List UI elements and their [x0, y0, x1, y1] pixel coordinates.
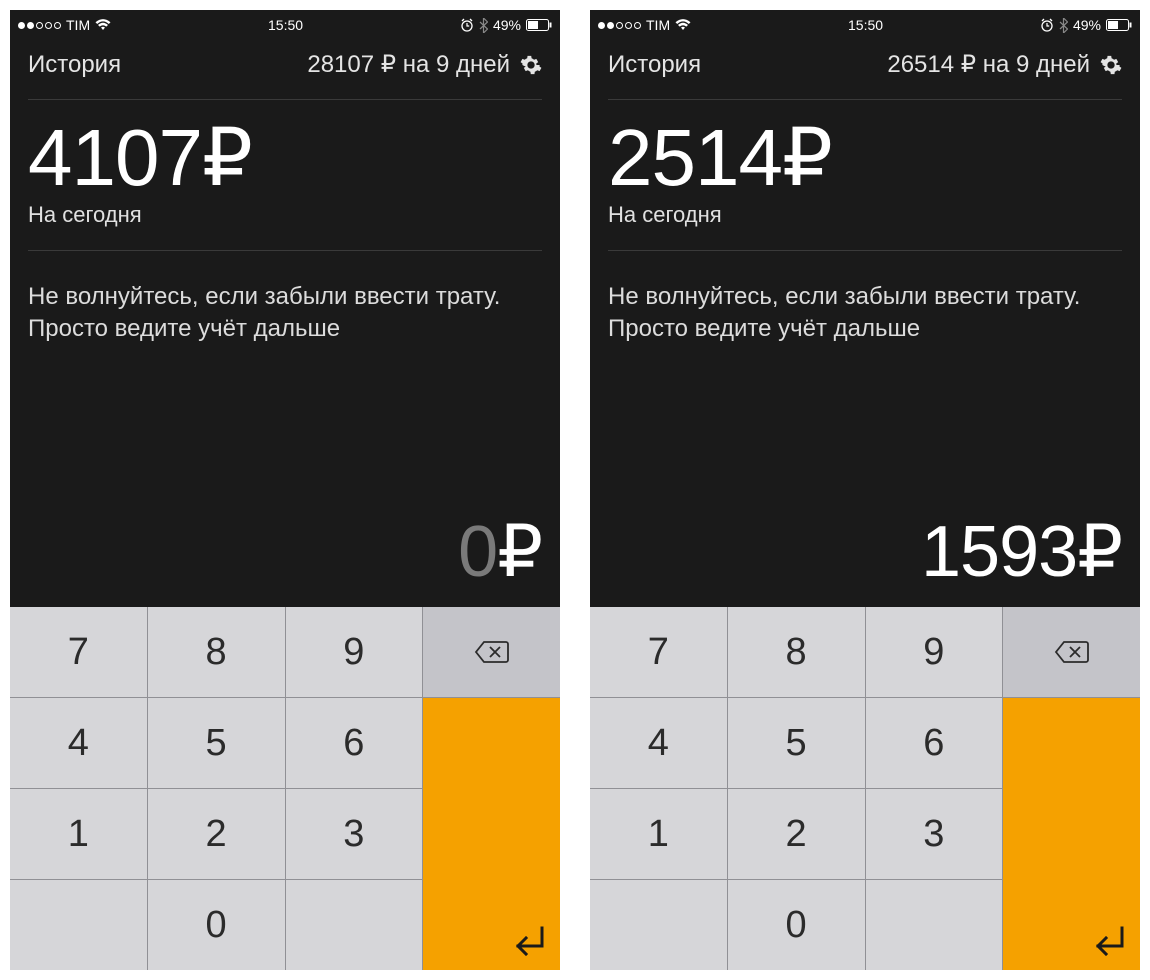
- expense-input-currency: ₽: [1077, 512, 1122, 592]
- key-6[interactable]: 6: [866, 698, 1003, 788]
- daily-budget-amount: 4107₽: [28, 116, 542, 200]
- key-blank-2: [286, 880, 423, 970]
- key-1[interactable]: 1: [10, 789, 147, 879]
- key-5[interactable]: 5: [728, 698, 865, 788]
- enter-icon: [508, 924, 548, 958]
- signal-dots-icon: [18, 22, 61, 29]
- key-1[interactable]: 1: [590, 789, 727, 879]
- key-blank: [590, 880, 727, 970]
- main-panel: 2514₽ На сегодня Не волнуйтесь, если заб…: [590, 95, 1140, 607]
- key-9[interactable]: 9: [866, 607, 1003, 697]
- battery-icon: [1106, 19, 1132, 31]
- clock: 15:50: [848, 17, 883, 33]
- battery-percent: 49%: [493, 17, 521, 33]
- key-8[interactable]: 8: [148, 607, 285, 697]
- key-0[interactable]: 0: [728, 880, 865, 970]
- key-3[interactable]: 3: [286, 789, 423, 879]
- expense-input-digits: 1593: [921, 512, 1077, 592]
- alarm-icon: [460, 18, 474, 32]
- key-blank: [10, 880, 147, 970]
- daily-budget-amount: 2514₽: [608, 116, 1122, 200]
- key-5[interactable]: 5: [148, 698, 285, 788]
- phone-screen-left: TIM 15:50 49% История 28107 ₽ на 9 дней: [10, 10, 560, 970]
- key-2[interactable]: 2: [728, 789, 865, 879]
- key-9[interactable]: 9: [286, 607, 423, 697]
- divider: [28, 250, 542, 251]
- gear-icon[interactable]: [520, 54, 542, 76]
- app-header: История 28107 ₽ на 9 дней: [10, 40, 560, 95]
- expense-input-display: 1593₽: [608, 499, 1122, 607]
- history-link[interactable]: История: [608, 51, 701, 79]
- budget-summary: 26514 ₽ на 9 дней: [887, 50, 1090, 79]
- daily-budget-label: На сегодня: [28, 202, 542, 228]
- battery-percent: 49%: [1073, 17, 1101, 33]
- status-bar: TIM 15:50 49%: [10, 10, 560, 40]
- enter-icon: [1088, 924, 1128, 958]
- budget-summary: 28107 ₽ на 9 дней: [307, 50, 510, 79]
- numeric-keypad: 7 8 9 4 5 6 1 2 3 0: [590, 607, 1140, 970]
- clock: 15:50: [268, 17, 303, 33]
- backspace-icon: [474, 639, 510, 665]
- divider: [608, 99, 1122, 100]
- signal-dots-icon: [598, 22, 641, 29]
- tip-text: Не волнуйтесь, если забыли ввести трату.…: [28, 281, 542, 346]
- key-7[interactable]: 7: [590, 607, 727, 697]
- divider: [28, 99, 542, 100]
- carrier-label: TIM: [66, 17, 90, 33]
- history-link[interactable]: История: [28, 51, 121, 79]
- key-7[interactable]: 7: [10, 607, 147, 697]
- numeric-keypad: 7 8 9 4 5 6 1 2 3 0: [10, 607, 560, 970]
- bluetooth-icon: [1059, 18, 1068, 33]
- key-backspace[interactable]: [1003, 607, 1140, 697]
- key-4[interactable]: 4: [10, 698, 147, 788]
- wifi-icon: [95, 19, 111, 31]
- key-enter[interactable]: [423, 698, 560, 970]
- carrier-label: TIM: [646, 17, 670, 33]
- divider: [608, 250, 1122, 251]
- tip-text: Не волнуйтесь, если забыли ввести трату.…: [608, 281, 1122, 346]
- key-6[interactable]: 6: [286, 698, 423, 788]
- key-blank-2: [866, 880, 1003, 970]
- app-header: История 26514 ₽ на 9 дней: [590, 40, 1140, 95]
- daily-budget-label: На сегодня: [608, 202, 1122, 228]
- wifi-icon: [675, 19, 691, 31]
- main-panel: 4107₽ На сегодня Не волнуйтесь, если заб…: [10, 95, 560, 607]
- battery-icon: [526, 19, 552, 31]
- gear-icon[interactable]: [1100, 54, 1122, 76]
- backspace-icon: [1054, 639, 1090, 665]
- key-backspace[interactable]: [423, 607, 560, 697]
- key-enter[interactable]: [1003, 698, 1140, 970]
- bluetooth-icon: [479, 18, 488, 33]
- key-3[interactable]: 3: [866, 789, 1003, 879]
- alarm-icon: [1040, 18, 1054, 32]
- expense-input-digits: 0: [458, 512, 497, 592]
- key-4[interactable]: 4: [590, 698, 727, 788]
- expense-input-currency: ₽: [497, 512, 542, 592]
- key-2[interactable]: 2: [148, 789, 285, 879]
- key-0[interactable]: 0: [148, 880, 285, 970]
- key-8[interactable]: 8: [728, 607, 865, 697]
- phone-screen-right: TIM 15:50 49% История 26514 ₽ на 9 дней: [590, 10, 1140, 970]
- status-bar: TIM 15:50 49%: [590, 10, 1140, 40]
- expense-input-display: 0₽: [28, 499, 542, 607]
